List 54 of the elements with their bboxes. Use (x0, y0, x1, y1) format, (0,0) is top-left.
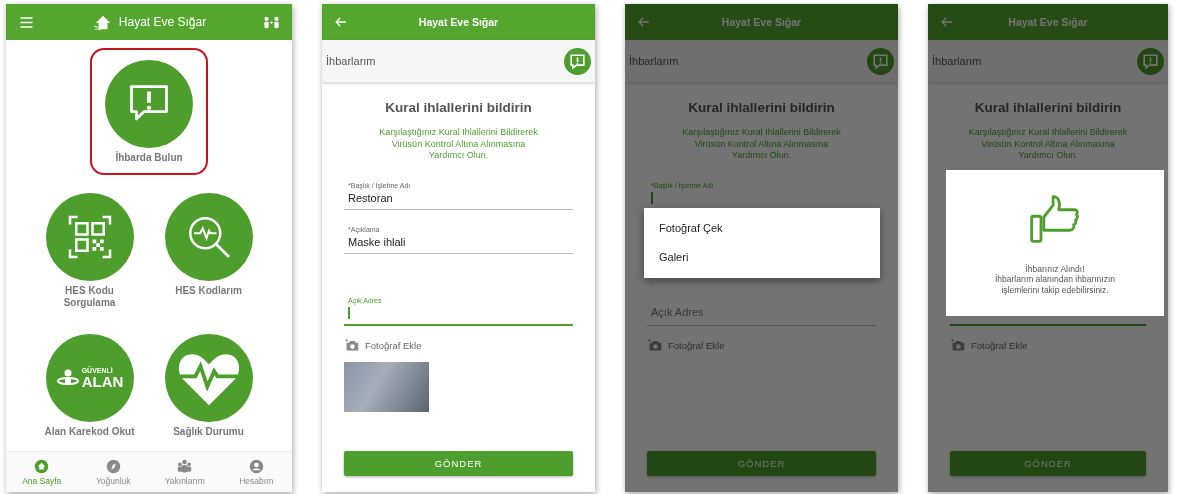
section-title: İhbarlarım (326, 55, 376, 67)
add-photo-link[interactable]: Fotoğraf Ekle (950, 338, 1146, 353)
tile-label: Alan Karekod Okut (43, 425, 136, 438)
camera-icon (344, 338, 360, 353)
tile[interactable]: HES Kodu Sorgulama (30, 184, 149, 316)
form-heading: Kural ihlallerini bildirin (687, 100, 836, 115)
people-icon[interactable] (263, 14, 280, 30)
form-heading: Kural ihlallerini bildirin (973, 100, 1123, 115)
app-title: Hayat Eve Sığar (721, 16, 802, 28)
intro-text: Karşılaştığınız Kural Ihlallerini Bildirerek Virüsün Kontrol Altına Alınmasına Yardımcı Olun. (378, 127, 539, 163)
app-title: Hayat Eve Sığar (1008, 16, 1088, 28)
nav-tab[interactable]: Ana Sayfa (9, 458, 74, 486)
highlighted-tile[interactable]: İhbarda Bulun (90, 48, 208, 175)
account-icon (248, 458, 264, 474)
menu-icon[interactable] (18, 14, 35, 30)
dialog-title: İhbarınız Alındı! (1025, 264, 1085, 274)
tile-label: İhbarda Bulun (114, 152, 184, 165)
alert-bubble-icon[interactable] (867, 47, 894, 75)
group-icon (177, 458, 193, 474)
submit-button[interactable]: GÖNDER (950, 451, 1146, 476)
tile-label: Sağlık Durumu (172, 425, 245, 438)
menu-item[interactable]: Fotoğraf Çek (644, 214, 880, 243)
tile[interactable]: Sağlık Durumu (149, 325, 268, 444)
home-icon (34, 458, 50, 474)
logo-word: ALAN (81, 373, 124, 389)
intro-text: Karşılaştığınız Kural Ihlallerini Bildirerek Virüsün Kontrol Altına Alınmasına Yardımcı Olun. (681, 127, 842, 163)
back-arrow-icon[interactable] (637, 15, 651, 29)
menu-item[interactable]: Galeri (644, 243, 880, 272)
tile-label: HES Kodu Sorgulama (62, 284, 117, 310)
alert-bubble-icon[interactable] (1137, 47, 1164, 75)
intro-text: Karşılaştığınız Kural Ihlallerini Bildirerek Virüsün Kontrol Altına Alınmasına Yardımcı Olun. (967, 127, 1129, 163)
camera-icon (950, 338, 966, 353)
compass-icon (105, 458, 121, 474)
back-arrow-icon[interactable] (334, 15, 348, 29)
back-arrow-icon[interactable] (940, 15, 954, 29)
add-photo-link[interactable]: Fotoğraf Ekle (647, 338, 876, 353)
dialog-message: İhbarlarım alanından ihbarınızın işlemlerini takip edebilirsiniz. (994, 274, 1116, 297)
alert-bubble-icon[interactable] (564, 47, 591, 75)
tile[interactable]: HES Kodlarım (149, 184, 268, 316)
nav-tab[interactable]: Yoğunluk (81, 458, 146, 486)
nav-tab[interactable]: Hesabım (224, 458, 289, 486)
submit-button[interactable]: GÖNDER (647, 451, 876, 476)
nav-tab[interactable]: Yakınlarım (152, 458, 217, 486)
section-title: İhbarlarım (629, 55, 679, 67)
submit-button[interactable]: GÖNDER (344, 451, 573, 476)
section-title: İhbarlarım (932, 55, 982, 67)
app-title: Hayat Eve Sığar (118, 15, 207, 29)
app-title: Hayat Eve Sığar (418, 16, 499, 28)
tile-label: HES Kodlarım (174, 284, 243, 297)
camera-icon (647, 338, 663, 353)
input-field[interactable]: Açık Adres (647, 294, 876, 327)
form-heading: Kural ihlallerini bildirin (384, 100, 533, 115)
add-photo-link[interactable]: Fotoğraf Ekle (344, 338, 573, 353)
person-ring-icon (55, 367, 80, 388)
